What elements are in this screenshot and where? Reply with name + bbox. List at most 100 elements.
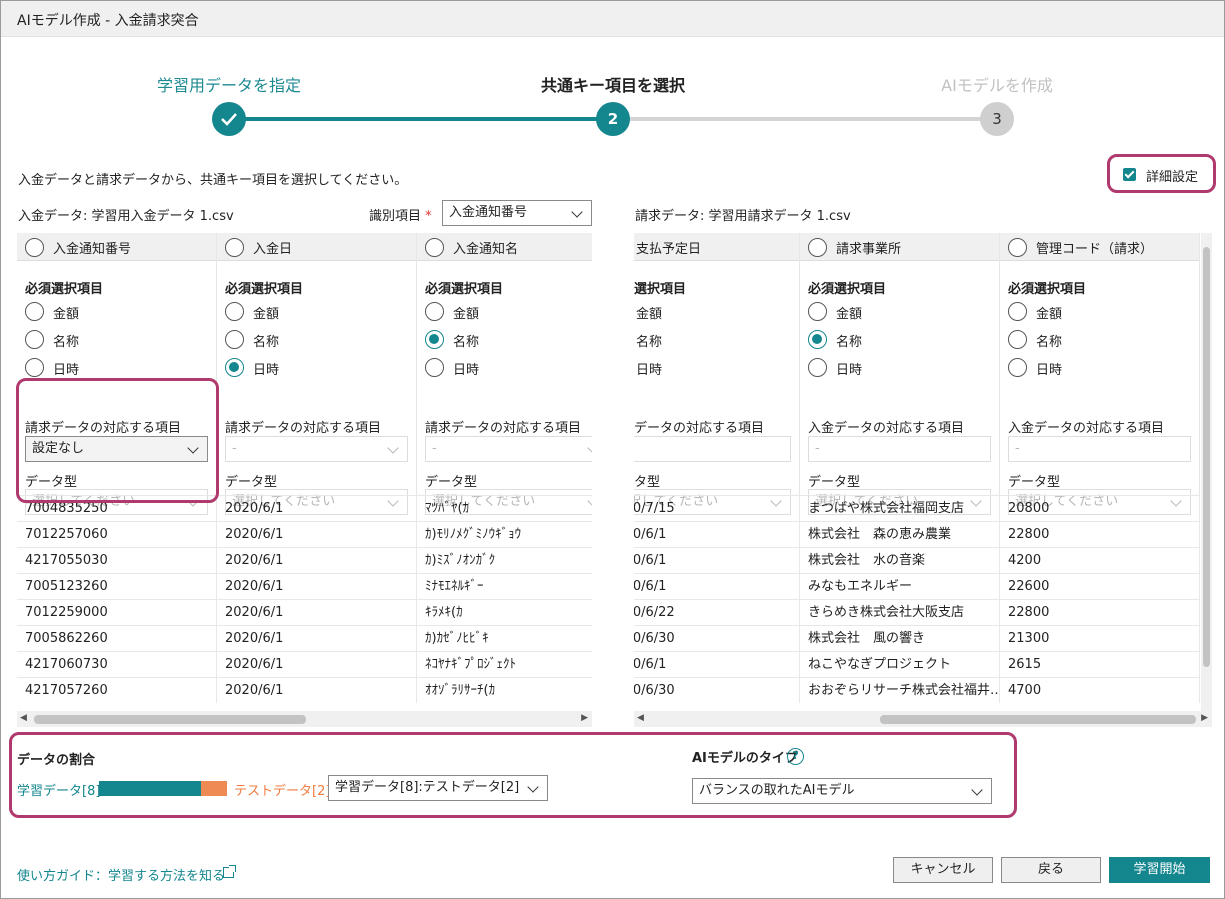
right-vertical-scrollbar[interactable] (1201, 233, 1212, 711)
map-select[interactable]: - (425, 436, 592, 462)
table-cell: 20800 (1000, 495, 1200, 521)
scroll-thumb[interactable] (1203, 247, 1210, 667)
table-cell: 22800 (1000, 599, 1200, 625)
type-label: データ型 (425, 475, 478, 490)
back-button[interactable]: 戻る (1001, 857, 1101, 883)
scroll-thumb[interactable] (880, 715, 1196, 724)
table-cell: 7012259000 (17, 599, 217, 625)
table-cell: みなもエネルギー (800, 573, 1000, 599)
right-table-title: 請求データ: 学習用請求データ 1.csv (635, 209, 851, 224)
external-link-icon[interactable] (223, 865, 236, 878)
step-1-label: 学習用データを指定 (156, 76, 301, 95)
table-row: 7004835250 2020/6/1 ﾏﾂﾊﾞﾔ(ｶ (17, 495, 592, 521)
dialog-window: AIモデル作成 - 入金請求突合 学習用データを指定 共通キー項目を選択 AIモ… (0, 0, 1225, 899)
type-label: データ型 (225, 475, 278, 490)
type-label: データ型 (634, 475, 661, 490)
table-row: 4217055030 2020/6/1 ｶ)ﾐｽﾞﾉｵﾝｶﾞｸ (17, 547, 592, 573)
map-label: 入金データの対応する項目 (1008, 421, 1165, 436)
type-label: データ型 (25, 475, 78, 490)
map-select[interactable]: - (1008, 436, 1191, 462)
help-icon[interactable]: ? (787, 748, 804, 765)
step-connector-done (229, 117, 613, 121)
ratio-title: データの割合 (17, 753, 96, 768)
left-rows: 7004835250 2020/6/1 ﾏﾂﾊﾞﾔ(ｶ 7012257060 2020/… (17, 495, 592, 703)
chevron-down-icon (971, 784, 983, 796)
chevron-down-icon (387, 442, 399, 454)
key-radio[interactable] (425, 238, 444, 257)
table-cell: 2020/6/1 (634, 521, 800, 547)
left-horizontal-scrollbar[interactable]: ◀ ▶ (17, 711, 592, 727)
chevron-down-icon (587, 442, 592, 454)
scroll-thumb[interactable] (34, 715, 306, 724)
table-cell: ねこやなぎプロジェクト (800, 651, 1000, 677)
required-title: 必須選択項目 (225, 282, 304, 297)
table-row: 7012259000 2020/6/1 ｷﾗﾒｷ(ｶ (17, 599, 592, 625)
map-select[interactable]: - (808, 436, 991, 462)
map-label: 請求データの対応する項目 (425, 421, 582, 436)
left-column-2: 入金日 必須選択項目 金額 名称 日時 請求データの対応する項目 - データ型 … (217, 233, 417, 515)
table-row: 7005123260 2020/6/1 ﾐﾅﾓｴﾈﾙｷﾞｰ (17, 573, 592, 599)
map-label: 請求データの対応する項目 (25, 421, 182, 436)
required-title: 必須選択項目 (25, 282, 104, 297)
step-3-label: AIモデルを作成 (941, 76, 1053, 95)
map-select[interactable]: 設定なし (25, 436, 208, 462)
table-cell: 2020/6/30 (634, 625, 800, 651)
required-title: 必須選択項目 (1008, 282, 1087, 297)
table-cell: ｷﾗﾒｷ(ｶ (417, 599, 592, 625)
table-cell: 2020/6/22 (634, 599, 800, 625)
table-cell: 2020/6/1 (217, 521, 417, 547)
scroll-left-icon[interactable]: ◀ (637, 713, 644, 723)
table-row: 2020/7/15まつばや株式会社福岡支店20800 (634, 495, 1200, 521)
table-cell: 7005123260 (17, 573, 217, 599)
id-field-label: 識別項目 * (369, 209, 432, 224)
column-config: 必須選択項目 金額 名称 日時 入金データの対応する項目 データ型 選択してくだ… (634, 261, 799, 515)
map-label: 入金データの対応する項目 (808, 421, 965, 436)
table-cell: 株式会社 風の響き (800, 625, 1000, 651)
table-cell: 2020/6/1 (217, 573, 417, 599)
table-row: 2020/6/30おおぞらリサーチ株式会社福井…4700 (634, 677, 1200, 703)
map-select[interactable]: - (225, 436, 408, 462)
id-field-select[interactable]: 入金通知番号 (442, 200, 592, 226)
column-header-label: 入金通知名 (453, 242, 519, 257)
table-cell: ﾐﾅﾓｴﾈﾙｷﾞｰ (417, 573, 592, 599)
table-cell: ﾏﾂﾊﾞﾔ(ｶ (417, 495, 592, 521)
column-header: 入金日 (217, 233, 416, 261)
column-config: 必須選択項目 金額 名称 日時 請求データの対応する項目 - データ型 選択して… (217, 261, 416, 515)
right-column-1: 支払予定日 必須選択項目 金額 名称 日時 入金データの対応する項目 データ型 … (634, 233, 800, 515)
table-cell: 2020/6/1 (217, 495, 417, 521)
model-type-select[interactable]: バランスの取れたAIモデル (692, 778, 992, 804)
table-row: 2020/6/1みなもエネルギー22600 (634, 573, 1200, 599)
table-cell: 2020/6/30 (634, 677, 800, 703)
scroll-right-icon[interactable]: ▶ (1201, 713, 1208, 723)
key-radio[interactable] (225, 238, 244, 257)
advanced-checkbox[interactable] (1123, 168, 1136, 181)
column-header: 請求事業所 (800, 233, 999, 261)
table-cell: 4217060730 (17, 651, 217, 677)
left-data-grid: 入金通知番号 必須選択項目 金額 名称 日時 請求データの対応する項目 設定なし… (17, 233, 592, 711)
map-select[interactable] (634, 436, 791, 462)
step-1-check-icon (212, 102, 246, 136)
table-row: 2020/6/22きらめき株式会社大阪支店22800 (634, 599, 1200, 625)
left-table-title: 入金データ: 学習用入金データ 1.csv (18, 209, 234, 224)
right-data-grid: 支払予定日 必須選択項目 金額 名称 日時 入金データの対応する項目 データ型 … (634, 233, 1200, 711)
start-training-button[interactable]: 学習開始 (1109, 857, 1210, 883)
title-bar: AIモデル作成 - 入金請求突合 (1, 1, 1224, 37)
ratio-select[interactable]: 学習データ[8]:テストデータ[2] (328, 775, 548, 801)
chevron-down-icon (571, 206, 583, 218)
table-cell: 2020/6/1 (217, 547, 417, 573)
table-cell: ｶ)ﾐｽﾞﾉｵﾝｶﾞｸ (417, 547, 592, 573)
key-radio[interactable] (25, 238, 44, 257)
key-radio[interactable] (1008, 238, 1027, 257)
scroll-left-icon[interactable]: ◀ (20, 713, 27, 723)
right-rows: 2020/7/15まつばや株式会社福岡支店208002020/6/1株式会社 森… (634, 495, 1200, 703)
right-horizontal-scrollbar[interactable]: ◀ ▶ (634, 711, 1212, 727)
required-title: 必須選択項目 (634, 282, 687, 297)
usage-guide-link[interactable]: 使い方ガイド：学習する方法を知る (17, 865, 225, 884)
scroll-right-icon[interactable]: ▶ (581, 713, 588, 723)
table-cell: 2020/7/15 (634, 495, 800, 521)
column-header: 入金通知名 (417, 233, 592, 261)
cancel-button[interactable]: キャンセル (893, 857, 993, 883)
advanced-label[interactable]: 詳細設定 (1146, 166, 1198, 185)
key-radio[interactable] (808, 238, 827, 257)
step-2-label: 共通キー項目を選択 (540, 76, 685, 95)
